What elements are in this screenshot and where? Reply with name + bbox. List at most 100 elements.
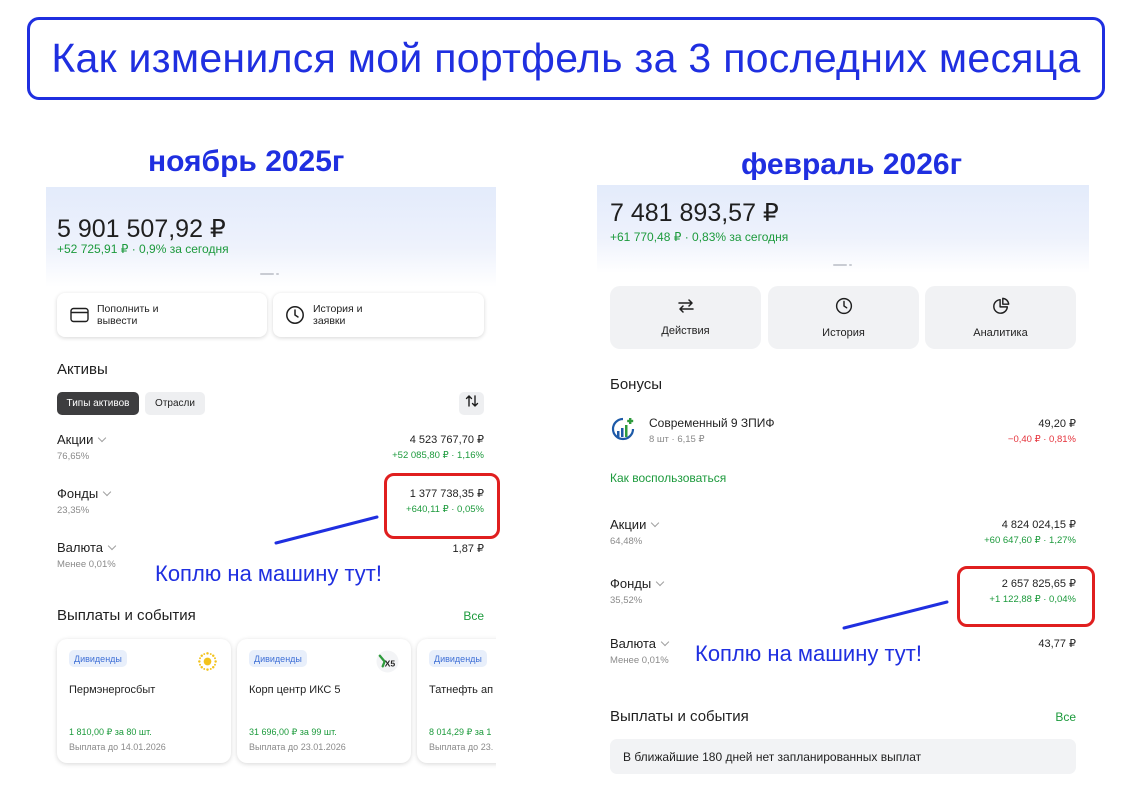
issuer-name: Татнефть ап (429, 684, 494, 696)
daily-change: +61 770,48 ₽ · 0,83% за сегодня (610, 230, 788, 244)
dividend-badge: Дивиденды (69, 650, 127, 667)
issuer-name: Пермэнергосбыт (69, 684, 156, 696)
issuer-name: Корп центр ИКС 5 (249, 684, 341, 696)
bonus-value: 49,20 ₽ (1038, 418, 1076, 430)
bonuses-title: Бонусы (610, 376, 663, 393)
bonus-sub: 8 шт · 6,15 ₽ (649, 434, 705, 445)
chevron-down-icon (98, 433, 107, 443)
asset-value: 1,87 ₽ (452, 543, 484, 555)
asset-name: Фонды (57, 486, 99, 501)
asset-row-funds[interactable]: Фонды 23,35% (57, 486, 112, 516)
portfolio-total: 5 901 507,92 ₽ (57, 215, 226, 243)
asset-change: +60 647,60 ₽ · 1,27% (984, 535, 1076, 546)
asset-share: Менее 0,01% (610, 655, 669, 666)
dividend-amount: 1 810,00 ₽ за 80 шт. (69, 727, 152, 737)
pager-dots (833, 264, 852, 266)
sort-button[interactable] (459, 392, 484, 415)
tile-label: Действия (661, 324, 710, 337)
bonus-row[interactable]: Современный 9 ЗПИФ 8 шт · 6,15 ₽ (649, 416, 775, 445)
deposit-withdraw-button[interactable]: Пополнить и вывести (57, 293, 267, 337)
chip-asset-types[interactable]: Типы активов (57, 392, 139, 415)
events-title: Выплаты и события (610, 708, 749, 725)
asset-value: 43,77 ₽ (1038, 638, 1076, 650)
annotation-text-left: Коплю на машину тут! (155, 561, 382, 586)
chevron-down-icon (660, 637, 670, 647)
pager-dots (260, 273, 279, 275)
asset-row-currency[interactable]: Валюта Менее 0,01% (610, 636, 670, 666)
tile-history[interactable]: История (768, 286, 919, 349)
asset-row-stocks[interactable]: Акции 76,65% (57, 432, 107, 462)
asset-value-stocks: 4 824 024,15 ₽ +60 647,60 ₽ · 1,27% (984, 518, 1076, 546)
deposit-withdraw-label: Пополнить и вывести (97, 303, 159, 327)
daily-change: +52 725,91 ₽ · 0,9% за сегодня (57, 242, 229, 256)
dividend-card[interactable]: Дивиденды X5 Корп центр ИКС 5 31 696,00 … (237, 639, 411, 763)
assets-title: Активы (57, 361, 108, 378)
chevron-down-icon (107, 541, 117, 551)
asset-name: Валюта (57, 540, 103, 555)
banner-title: Как изменился мой портфель за 3 последни… (51, 35, 1081, 81)
dividend-amount: 31 696,00 ₽ за 99 шт. (249, 727, 337, 737)
history-orders-label: История и заявки (313, 303, 363, 327)
payment-date: Выплата до 23. (429, 742, 494, 752)
dividend-card[interactable]: Дивиденды Пермэнергосбыт 1 810,00 ₽ за 8… (57, 639, 231, 763)
history-orders-button[interactable]: История и заявки (273, 293, 484, 337)
tile-actions[interactable]: Действия (610, 286, 761, 349)
events-title: Выплаты и события (57, 607, 196, 624)
dividend-amount: 8 014,29 ₽ за 1 (429, 727, 492, 737)
asset-row-funds[interactable]: Фонды 35,52% (610, 576, 665, 606)
portfolio-panel-february: 7 481 893,57 ₽ +61 770,48 ₽ · 0,83% за с… (597, 185, 1089, 796)
asset-share: 23,35% (57, 505, 90, 516)
pie-chart-icon (992, 297, 1010, 320)
clock-icon (285, 305, 305, 325)
svg-text:X5: X5 (385, 658, 396, 668)
bonus-value-block: 49,20 ₽ −0,40 ₽ · 0,81% (1008, 417, 1076, 445)
daily-change-suffix: за сегодня (729, 230, 789, 244)
asset-name: Акции (57, 432, 94, 447)
bonus-change: −0,40 ₽ · 0,81% (1007, 434, 1076, 445)
events-all-link[interactable]: Все (1055, 710, 1076, 724)
month-label-left: ноябрь 2025г (148, 145, 345, 178)
chip-sectors[interactable]: Отрасли (145, 392, 205, 415)
sun-logo-icon (196, 650, 219, 673)
asset-name: Фонды (610, 576, 652, 591)
chevron-down-icon (651, 518, 660, 528)
tile-label: Аналитика (973, 326, 1028, 339)
fund-logo-icon (610, 416, 636, 442)
x5-logo-icon: X5 (376, 650, 399, 673)
portfolio-total: 7 481 893,57 ₽ (610, 199, 779, 227)
daily-change-suffix: за сегодня (169, 242, 229, 256)
arrows-swap-icon (677, 298, 695, 318)
dividend-badge: Дивиденды (249, 650, 307, 667)
chevron-down-icon (655, 577, 665, 587)
bonus-name: Современный 9 ЗПИФ (649, 416, 775, 430)
asset-value: 4 824 024,15 ₽ (1001, 519, 1076, 531)
dividend-badge: Дивиденды (429, 650, 487, 667)
tile-analytics[interactable]: Аналитика (925, 286, 1076, 349)
asset-row-stocks[interactable]: Акции 64,48% (610, 517, 660, 547)
clock-icon (835, 297, 853, 320)
title-banner: Как изменился мой портфель за 3 последни… (27, 17, 1105, 100)
sort-icon (465, 394, 479, 413)
how-to-use-link[interactable]: Как воспользоваться (610, 471, 726, 485)
asset-value: 4 523 767,70 ₽ (409, 434, 484, 446)
wallet-icon (69, 305, 89, 325)
payment-date: Выплата до 14.01.2026 (69, 742, 166, 752)
daily-change-value: +52 725,91 ₽ · 0,9% (57, 242, 167, 256)
highlight-box-right (957, 566, 1095, 627)
daily-change-value: +61 770,48 ₽ · 0,83% (610, 230, 727, 244)
tile-label: История (822, 326, 865, 339)
asset-share: Менее 0,01% (57, 559, 116, 570)
chevron-down-icon (102, 487, 112, 497)
asset-value-stocks: 4 523 767,70 ₽ +52 085,80 ₽ · 1,16% (392, 433, 484, 461)
payment-date: Выплата до 23.01.2026 (249, 742, 346, 752)
month-label-right: февраль 2026г (741, 148, 963, 181)
asset-share: 76,65% (57, 451, 90, 462)
asset-share: 64,48% (610, 536, 643, 547)
asset-name: Акции (610, 517, 647, 532)
asset-name: Валюта (610, 636, 656, 651)
asset-row-currency[interactable]: Валюта Менее 0,01% (57, 540, 117, 570)
annotation-text-right: Коплю на машину тут! (695, 641, 922, 666)
dividend-card[interactable]: Дивиденды Татнефть ап 8 014,29 ₽ за 1 Вы… (417, 639, 496, 763)
asset-change: +52 085,80 ₽ · 1,16% (392, 450, 484, 461)
events-all-link[interactable]: Все (463, 609, 484, 623)
